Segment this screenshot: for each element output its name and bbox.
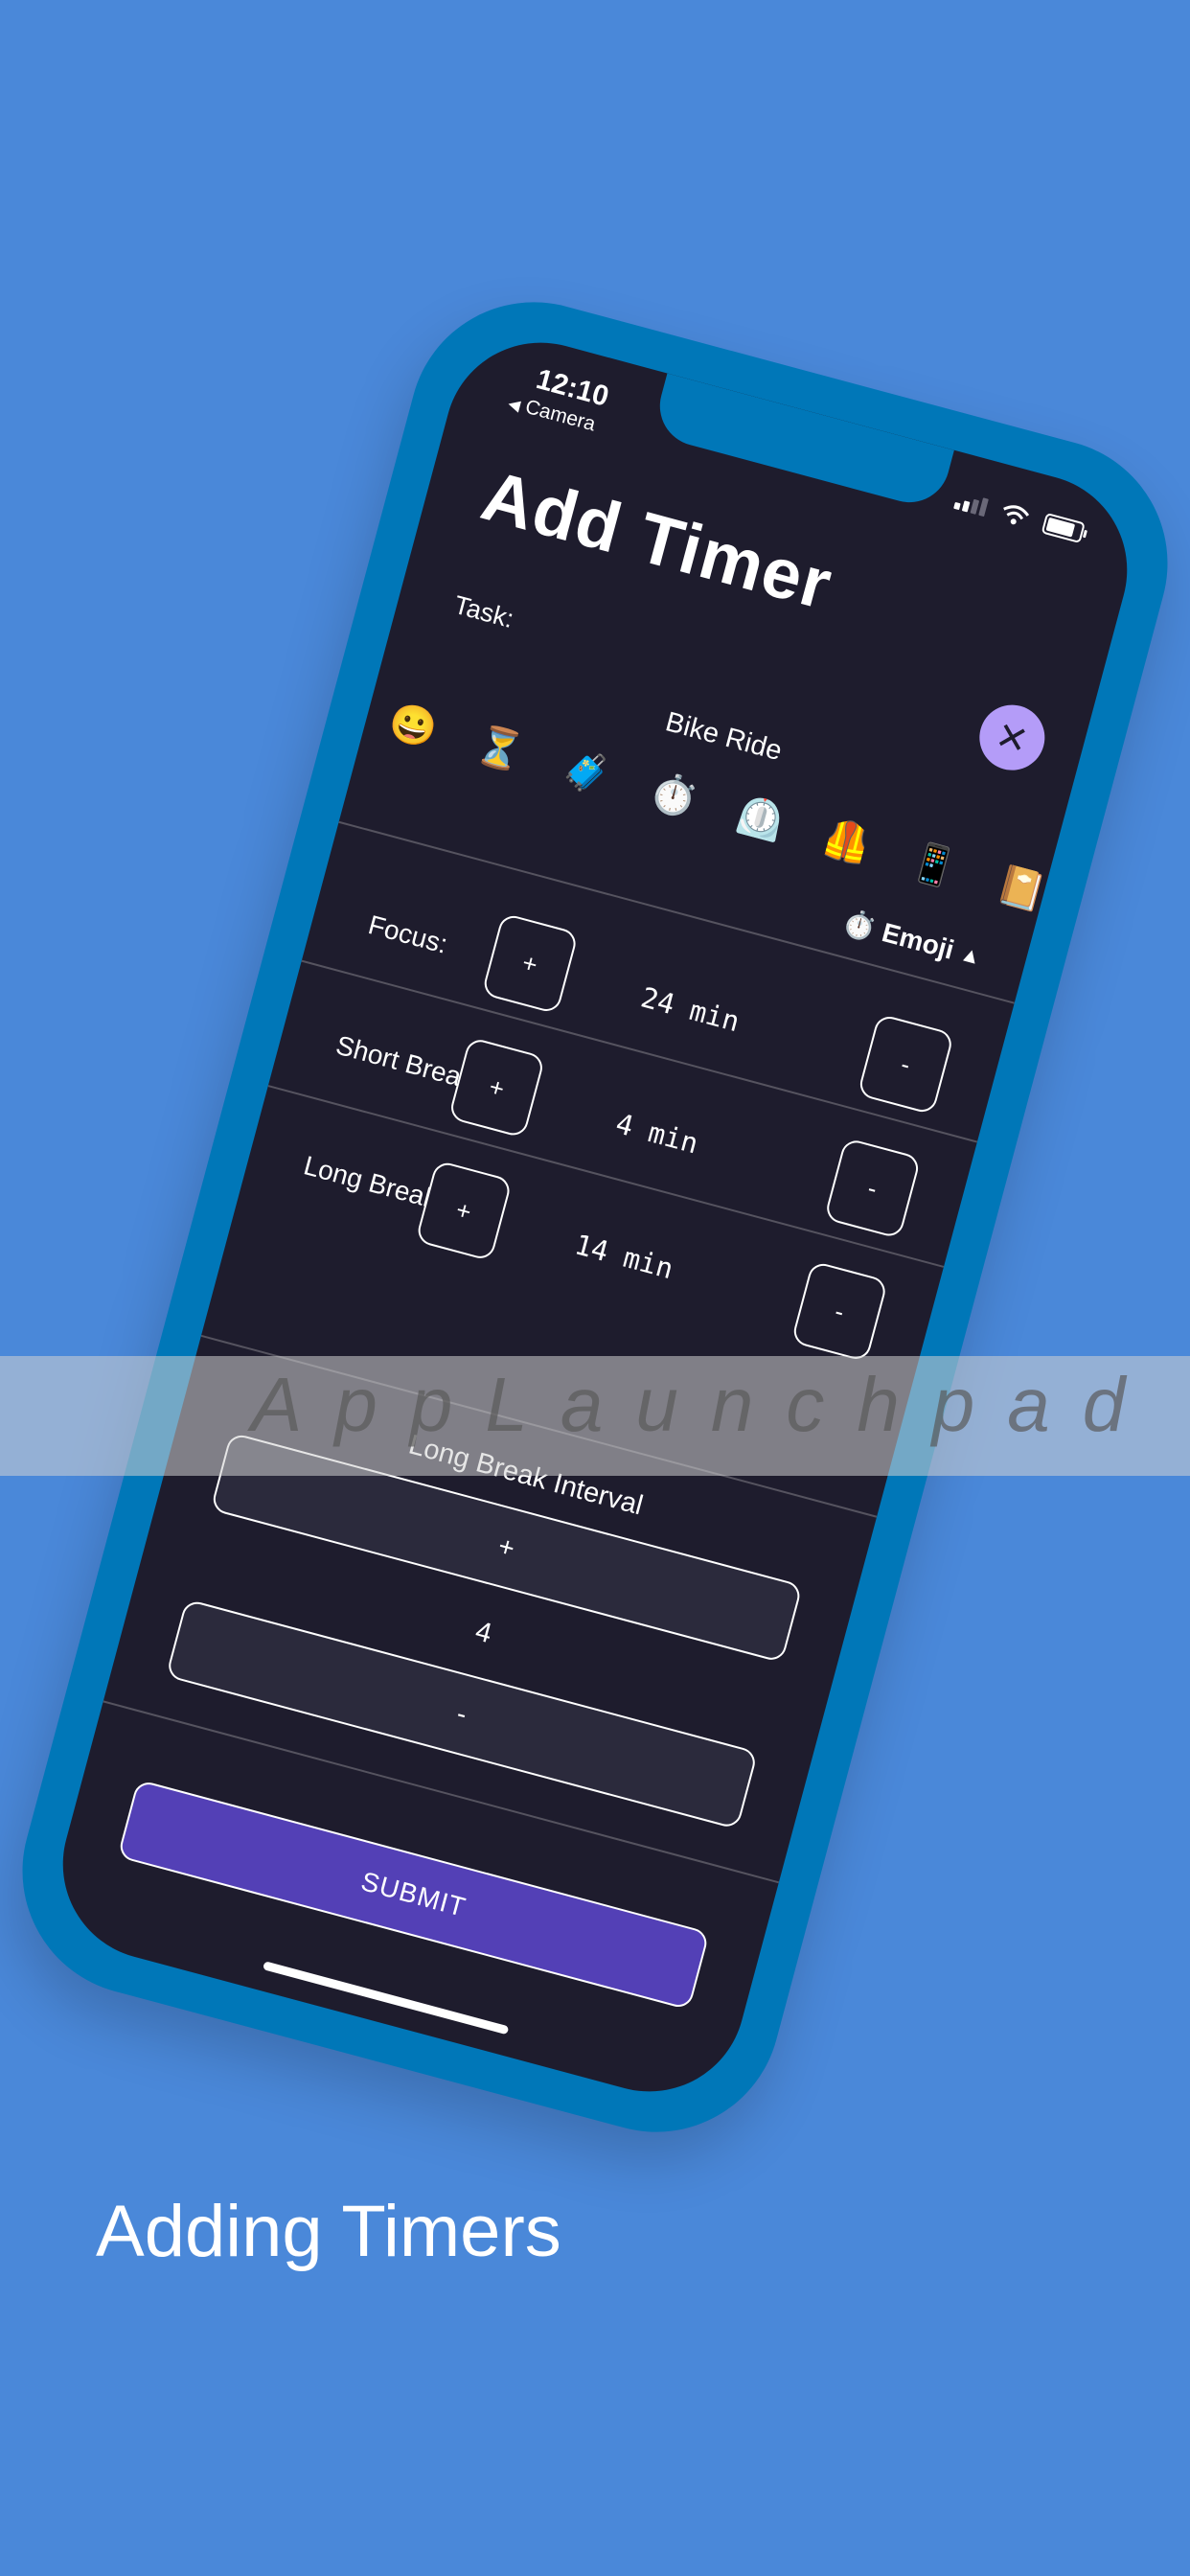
emoji-option-mobile-phone[interactable]: 📱 — [905, 837, 963, 892]
emoji-option-timer-clock[interactable]: ⏲️ — [732, 791, 790, 846]
page-title: Add Timer — [473, 454, 841, 625]
phone-frame: 12:10 ◀Camera Add Timer × Task: Bike Rid… — [0, 274, 1190, 2160]
focus-label: Focus: — [365, 909, 451, 959]
triangle-up-icon: ▲ — [957, 940, 985, 970]
short-break-plus-button[interactable]: + — [447, 1036, 546, 1138]
close-icon: × — [991, 706, 1034, 769]
status-icons — [953, 489, 1086, 544]
watermark-text: AppLaunchpad — [251, 1362, 1158, 1447]
emoji-option-notebook[interactable]: 📔 — [992, 861, 1050, 916]
emoji-toggle-label: Emoji — [879, 916, 958, 965]
wifi-icon — [1003, 505, 1030, 525]
back-arrow-icon: ◀ — [506, 395, 522, 415]
caption-heading: Adding Timers — [96, 2191, 561, 2272]
focus-minus-button[interactable]: - — [857, 1013, 955, 1116]
screenshot-stage: 12:10 ◀Camera Add Timer × Task: Bike Rid… — [0, 0, 1190, 2576]
short-break-minus-button[interactable]: - — [823, 1137, 922, 1240]
focus-plus-button[interactable]: + — [481, 912, 580, 1015]
cellular-signal-icon — [953, 491, 990, 517]
short-break-value: 4 min — [612, 1107, 702, 1161]
emoji-option-hourglass[interactable]: ⏳ — [471, 721, 529, 776]
home-indicator — [263, 1961, 510, 2036]
phone-notch — [651, 373, 954, 512]
emoji-option-grinning-face[interactable]: 😀 — [384, 698, 442, 753]
battery-icon — [1041, 512, 1086, 544]
phone-screen: 12:10 ◀Camera Add Timer × Task: Bike Rid… — [41, 321, 1149, 2113]
emoji-option-safety-vest[interactable]: 🦺 — [818, 814, 876, 869]
long-break-plus-button[interactable]: + — [415, 1160, 514, 1262]
long-break-minus-button[interactable]: - — [790, 1260, 889, 1363]
emoji-option-stopwatch[interactable]: ⏱️ — [645, 768, 702, 823]
long-break-value: 14 min — [571, 1228, 677, 1286]
focus-value: 24 min — [637, 980, 744, 1039]
emoji-option-luggage[interactable]: 🧳 — [558, 744, 616, 799]
stopwatch-icon: ⏱️ — [838, 907, 880, 944]
emoji-option-candle[interactable]: 🕯️ — [1079, 884, 1136, 939]
task-label: Task: — [450, 589, 517, 634]
close-button[interactable]: × — [972, 697, 1052, 778]
submit-button[interactable]: SUBMIT — [117, 1779, 710, 2011]
